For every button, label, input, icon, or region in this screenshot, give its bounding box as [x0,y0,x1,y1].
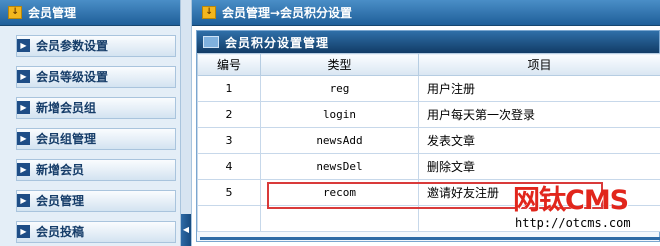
watermark-logo: 网钛CMS [513,185,629,216]
table-row: 2 login 用户每天第一次登录 [197,101,660,128]
panel-title: 会员积分设置管理 [225,35,330,50]
cell-id: 4 [197,153,261,180]
table-row: 3 newsAdd 发表文章 [197,127,660,154]
sidebar-item-add-member[interactable]: ▶ 新增会员 [0,154,180,185]
sidebar-item-group-manage[interactable]: ▶ 会员组管理 [0,123,180,154]
arrow-down-icon: ↓ [8,6,22,19]
cell-item: 发表文章 [418,127,660,154]
arrow-right-icon: ▶ [17,225,30,238]
watermark: 网钛CMS http://otcms.com [513,186,653,236]
window-icon [203,36,219,48]
cell-id: 3 [197,127,261,154]
sidebar-item-label: 会员管理 [36,194,85,208]
panel-title-bar: 会员积分设置管理 [197,31,659,53]
cell-item: 删除文章 [418,153,660,180]
frame-divider [180,0,192,246]
watermark-url: http://otcms.com [513,216,653,230]
column-header-item: 项目 [418,53,660,76]
sidebar-menu: ▶ 会员参数设置 ▶ 会员等级设置 ▶ 新增会员组 ▶ 会员组管理 ▶ 新增会员 ▶ 会员管… [0,26,180,246]
sidebar-item-label: 会员参数设置 [36,39,109,53]
arrow-right-icon: ▶ [17,194,30,207]
sidebar: ↓ 会员管理 ▶ 会员参数设置 ▶ 会员等级设置 ▶ 新增会员组 ▶ 会员组管理 ▶ 新增… [0,0,180,246]
cell-id: 2 [197,101,261,128]
collapse-sidebar-icon[interactable]: ◀ [181,214,191,246]
cell-type: reg [260,75,419,102]
main-header: ↓ 会员管理→会员积分设置 [192,0,660,26]
cell-item: 用户注册 [418,75,660,102]
sidebar-item-member-levels[interactable]: ▶ 会员等级设置 [0,61,180,92]
sidebar-item-member-submissions[interactable]: ▶ 会员投稿 [0,216,180,246]
sidebar-item-add-group[interactable]: ▶ 新增会员组 [0,92,180,123]
cell-id: 1 [197,75,261,102]
breadcrumb: 会员管理→会员积分设置 [222,6,353,20]
arrow-right-icon: ▶ [17,39,30,52]
cell-item: 用户每天第一次登录 [418,101,660,128]
table-row: 1 reg 用户注册 [197,75,660,102]
column-header-type: 类型 [260,53,419,76]
table-row: 4 newsDel 删除文章 [197,153,660,180]
sidebar-item-member-manage[interactable]: ▶ 会员管理 [0,185,180,216]
sidebar-item-label: 会员投稿 [36,225,85,239]
sidebar-item-label: 新增会员组 [36,101,97,115]
sidebar-item-label: 新增会员 [36,163,85,177]
cell-type: newsAdd [260,127,419,154]
table-header-row: 编号 类型 项目 [197,53,660,76]
arrow-right-icon: ▶ [17,163,30,176]
cell-type: login [260,101,419,128]
cell-id: 5 [197,179,261,206]
cell-type: newsDel [260,153,419,180]
sidebar-header: ↓ 会员管理 [0,0,180,26]
sidebar-item-label: 会员组管理 [36,132,97,146]
sidebar-item-member-params[interactable]: ▶ 会员参数设置 [0,30,180,61]
arrow-right-icon: ▶ [17,101,30,114]
sidebar-item-label: 会员等级设置 [36,70,109,84]
column-header-id: 编号 [197,53,261,76]
arrow-right-icon: ▶ [17,70,30,83]
arrow-right-icon: ▶ [17,132,30,145]
sidebar-title: 会员管理 [28,6,77,20]
arrow-down-icon: ↓ [202,6,216,19]
bottom-rule [200,237,660,240]
